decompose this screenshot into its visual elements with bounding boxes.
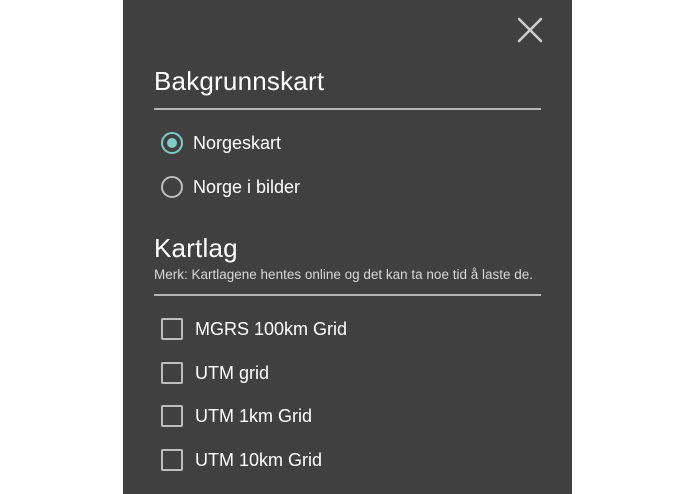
layer-option-utm-grid[interactable]: UTM grid [161, 358, 269, 388]
checkbox-label: UTM grid [195, 362, 270, 383]
radio-button[interactable] [161, 176, 183, 198]
radio-option-norge-i-bilder[interactable]: Norge i bilder [161, 172, 300, 202]
map-layers-divider [154, 294, 541, 296]
checkbox[interactable] [161, 449, 183, 471]
layer-option-mgrs-100km[interactable]: MGRS 100km Grid [161, 314, 347, 344]
layer-option-utm-10km[interactable]: UTM 10km Grid [161, 445, 322, 475]
checkbox[interactable] [161, 318, 183, 340]
checkbox-label: MGRS 100km Grid [195, 318, 348, 339]
close-button[interactable] [516, 16, 544, 44]
radio-label: Norge i bilder [193, 176, 301, 197]
radio-option-norgeskart[interactable]: Norgeskart [161, 128, 281, 158]
background-map-title: Bakgrunnskart [154, 66, 325, 96]
map-settings-panel: Bakgrunnskart Norgeskart Norge i bilder … [123, 0, 572, 494]
checkbox[interactable] [161, 362, 183, 384]
checkbox[interactable] [161, 405, 183, 427]
checkbox-label: UTM 10km Grid [195, 449, 323, 470]
layer-option-utm-1km[interactable]: UTM 1km Grid [161, 401, 312, 431]
map-layers-note: Merk: Kartlagene hentes online og det ka… [154, 267, 534, 282]
radio-label: Norgeskart [193, 132, 282, 153]
checkbox-label: UTM 1km Grid [195, 405, 312, 426]
background-map-divider [154, 108, 541, 110]
close-icon [517, 17, 543, 43]
radio-button-checked[interactable] [161, 132, 183, 154]
map-layers-title: Kartlag [154, 233, 238, 263]
